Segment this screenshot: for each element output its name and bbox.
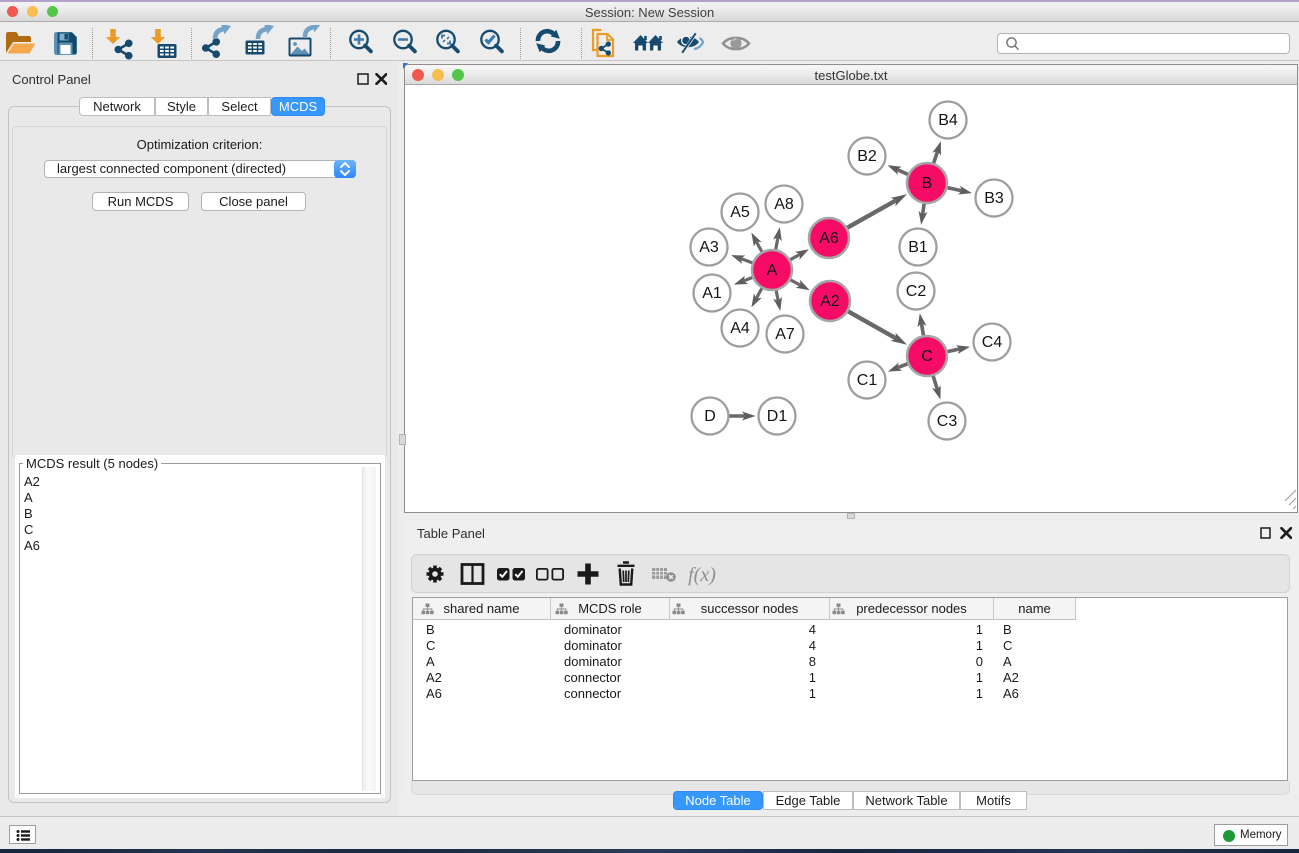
svg-text:A7: A7: [775, 326, 795, 343]
svg-text:A4: A4: [730, 320, 750, 337]
svg-text:B: B: [922, 175, 933, 192]
svg-text:B3: B3: [984, 190, 1004, 207]
svg-text:C2: C2: [906, 283, 927, 300]
svg-text:A: A: [767, 262, 778, 279]
svg-text:A5: A5: [730, 204, 750, 221]
svg-text:C3: C3: [937, 413, 958, 430]
svg-text:C1: C1: [857, 372, 878, 389]
svg-text:A3: A3: [699, 239, 719, 256]
svg-text:B4: B4: [938, 112, 958, 129]
svg-text:C4: C4: [982, 334, 1003, 351]
svg-text:A2: A2: [820, 293, 840, 310]
svg-text:D: D: [704, 408, 716, 425]
svg-text:B1: B1: [908, 239, 928, 256]
svg-text:f(x): f(x): [688, 564, 716, 586]
svg-text:C: C: [921, 348, 933, 365]
svg-text:B2: B2: [857, 148, 877, 165]
svg-text:A1: A1: [702, 285, 722, 302]
svg-text:D1: D1: [767, 408, 788, 425]
svg-text:A8: A8: [774, 196, 794, 213]
svg-text:A6: A6: [819, 230, 839, 247]
